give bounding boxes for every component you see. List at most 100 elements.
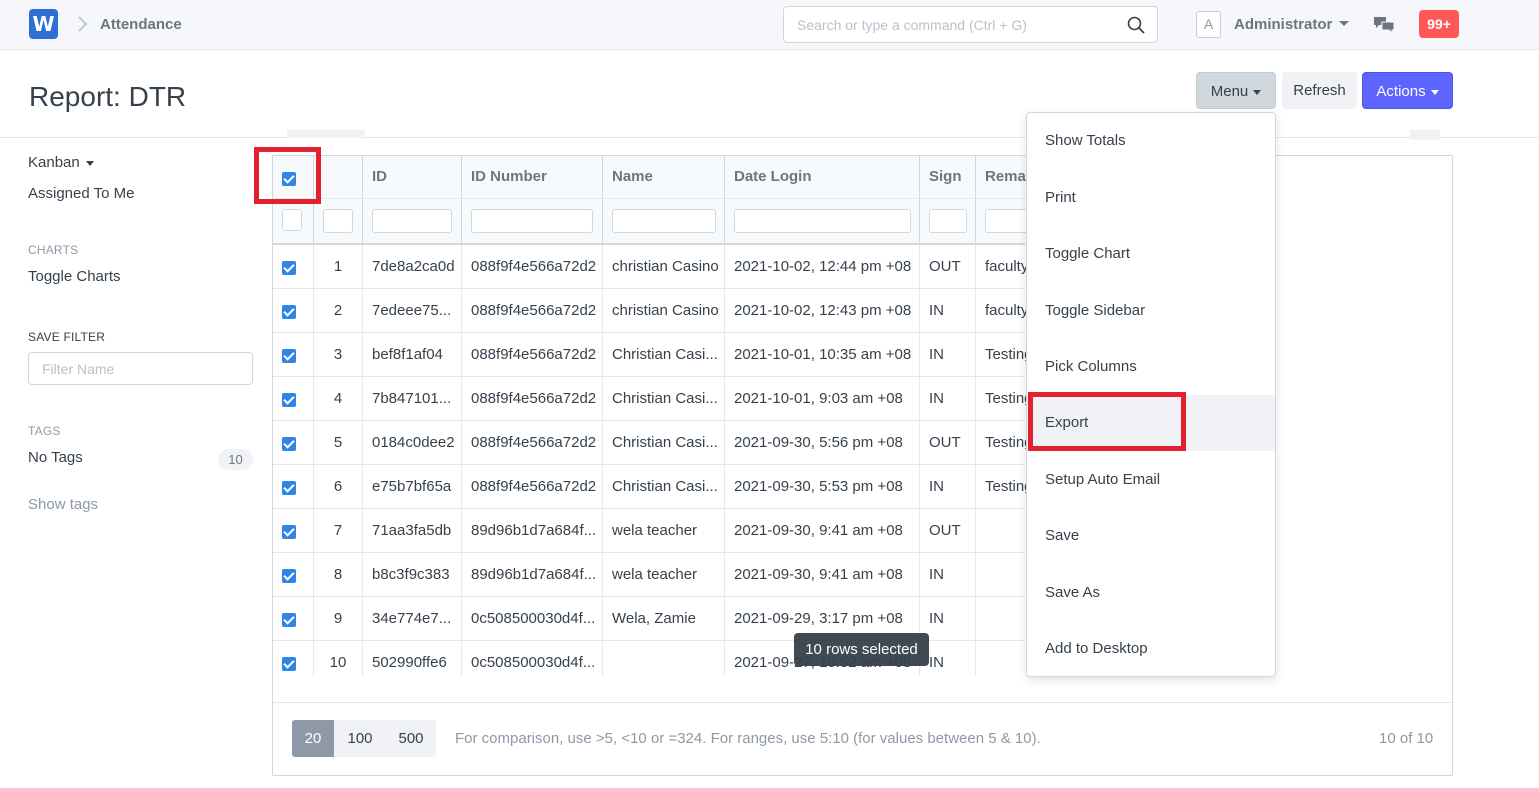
chevron-down-icon[interactable] xyxy=(1339,21,1349,26)
cell-sign[interactable]: IN xyxy=(920,377,976,421)
cell-remarks[interactable]: Testing xyxy=(976,377,1026,421)
sidebar-kanban[interactable]: Kanban xyxy=(28,154,94,171)
row-checkbox[interactable] xyxy=(282,261,296,275)
column-header-id[interactable]: ID xyxy=(372,168,387,185)
filter-sign-input[interactable] xyxy=(929,209,967,233)
cell-id[interactable]: 71aa3fa5db xyxy=(363,509,462,553)
filter-name-field[interactable] xyxy=(28,352,253,385)
cell-id-number[interactable]: 088f9f4e566a72d2 xyxy=(462,289,603,333)
menu-item-show-totals[interactable]: Show Totals xyxy=(1027,113,1275,169)
cell-id-number[interactable]: 89d96b1d7a684f... xyxy=(462,509,603,553)
filter-checkbox-cell[interactable] xyxy=(282,209,302,231)
row-checkbox[interactable] xyxy=(282,613,296,627)
filter-row-number[interactable] xyxy=(323,209,353,233)
column-header-date-login[interactable]: Date Login xyxy=(734,168,812,185)
search-input[interactable] xyxy=(784,7,1114,42)
filter-date-login-input[interactable] xyxy=(734,209,911,233)
search-icon[interactable] xyxy=(1127,16,1145,34)
cell-sign[interactable]: OUT xyxy=(920,245,976,289)
table-row[interactable]: 4 7b847101... 088f9f4e566a72d2 Christian Ca… xyxy=(273,377,1026,421)
cell-name[interactable]: wela teacher xyxy=(603,553,725,597)
cell-date-login[interactable]: 2021-09-30, 5:53 pm +08 xyxy=(725,465,920,509)
cell-remarks[interactable] xyxy=(976,597,1026,641)
cell-row-number[interactable]: 6 xyxy=(314,465,363,509)
chat-icon[interactable] xyxy=(1373,15,1395,35)
table-row[interactable]: 8 b8c3f9c383 89d96b1d7a684f... wela teacher… xyxy=(273,553,1025,597)
row-checkbox[interactable] xyxy=(282,393,296,407)
cell-date-login[interactable]: 2021-10-02, 12:44 pm +08 xyxy=(725,245,920,289)
cell-date-login[interactable]: 2021-09-30, 9:41 am +08 xyxy=(725,553,920,597)
menu-item-setup-auto-email[interactable]: Setup Auto Email xyxy=(1027,452,1275,508)
cell-row-number[interactable]: 7 xyxy=(314,509,363,553)
cell-name[interactable] xyxy=(603,641,725,676)
cell-remarks[interactable] xyxy=(976,553,1026,597)
cell-name[interactable]: Christian Casi... xyxy=(603,465,725,509)
cell-name[interactable]: Christian Casi... xyxy=(603,377,725,421)
cell-remarks[interactable]: Testing xyxy=(976,421,1026,465)
filter-id-number-input[interactable] xyxy=(471,209,593,233)
cell-id-number[interactable]: 0c508500030d4f... xyxy=(462,641,603,676)
cell-remarks[interactable]: faculty xyxy=(976,245,1026,289)
cell-date-login[interactable]: 2021-09-30, 5:56 pm +08 xyxy=(725,421,920,465)
cell-id[interactable]: bef8f1af04 xyxy=(363,333,462,377)
header-sign[interactable]: Sign xyxy=(920,156,976,244)
cell-date-login[interactable]: 2021-10-01, 9:03 am +08 xyxy=(725,377,920,421)
header-id-number[interactable]: ID Number xyxy=(462,156,603,244)
cell-name[interactable]: Christian Casi... xyxy=(603,333,725,377)
page-size-20[interactable]: 20 xyxy=(292,720,334,757)
table-row[interactable]: 6 e75b7bf65a 088f9f4e566a72d2 Christian Cas… xyxy=(273,465,1026,509)
cell-id[interactable]: 34e774e7... xyxy=(363,597,462,641)
cell-row-number[interactable]: 10 xyxy=(314,641,363,676)
cell-id-number[interactable]: 89d96b1d7a684f... xyxy=(462,553,603,597)
column-header-id-number[interactable]: ID Number xyxy=(471,168,547,185)
menu-item-add-to-desktop[interactable]: Add to Desktop xyxy=(1027,621,1275,677)
page-size-100[interactable]: 100 xyxy=(334,720,386,757)
menu-button[interactable]: Menu xyxy=(1196,72,1276,109)
row-checkbox[interactable] xyxy=(282,437,296,451)
header-remarks[interactable]: Remarks xyxy=(976,156,1026,244)
cell-row-number[interactable]: 2 xyxy=(314,289,363,333)
column-header-sign[interactable]: Sign xyxy=(929,168,962,185)
actions-button[interactable]: Actions xyxy=(1362,72,1453,109)
sidebar-toggle-charts[interactable]: Toggle Charts xyxy=(28,268,121,285)
column-header-name[interactable]: Name xyxy=(612,168,653,185)
row-checkbox[interactable] xyxy=(282,657,296,671)
cell-name[interactable]: wela teacher xyxy=(603,509,725,553)
cell-id-number[interactable]: 088f9f4e566a72d2 xyxy=(462,377,603,421)
cell-sign[interactable]: IN xyxy=(920,289,976,333)
row-checkbox[interactable] xyxy=(282,481,296,495)
filter-name-column-input[interactable] xyxy=(612,209,716,233)
cell-remarks[interactable]: Testing xyxy=(976,465,1026,509)
cell-id[interactable]: 502990ffe6 xyxy=(363,641,462,676)
header-name[interactable]: Name xyxy=(603,156,725,244)
cell-id[interactable]: 7b847101... xyxy=(363,377,462,421)
cell-name[interactable]: christian Casino xyxy=(603,289,725,333)
row-checkbox[interactable] xyxy=(282,569,296,583)
cell-id-number[interactable]: 088f9f4e566a72d2 xyxy=(462,465,603,509)
app-logo[interactable]: W xyxy=(29,9,58,39)
page-size-500[interactable]: 500 xyxy=(386,720,436,757)
cell-id-number[interactable]: 0c508500030d4f... xyxy=(462,597,603,641)
cell-remarks[interactable]: faculty xyxy=(976,289,1026,333)
table-row[interactable]: 2 7edeee75... 088f9f4e566a72d2 christian Ca… xyxy=(273,289,1026,333)
cell-id-number[interactable]: 088f9f4e566a72d2 xyxy=(462,333,603,377)
cell-date-login[interactable]: 2021-09-30, 9:41 am +08 xyxy=(725,509,920,553)
header-id[interactable]: ID xyxy=(363,156,462,244)
sidebar-assigned-to-me[interactable]: Assigned To Me xyxy=(28,185,134,202)
filter-remarks-input[interactable] xyxy=(985,209,1026,233)
notifications-badge[interactable]: 99+ xyxy=(1419,10,1459,38)
cell-id[interactable]: 0184c0dee2 xyxy=(363,421,462,465)
menu-item-save-as[interactable]: Save As xyxy=(1027,565,1275,621)
cell-row-number[interactable]: 5 xyxy=(314,421,363,465)
cell-id[interactable]: 7de8a2ca0d xyxy=(363,245,462,289)
table-row[interactable]: 1 7de8a2ca0d 088f9f4e566a72d2 christian Cas… xyxy=(273,245,1026,289)
cell-sign[interactable]: IN xyxy=(920,465,976,509)
cell-date-login[interactable]: 2021-10-02, 12:43 pm +08 xyxy=(725,289,920,333)
cell-row-number[interactable]: 1 xyxy=(314,245,363,289)
search-bar[interactable] xyxy=(783,6,1158,43)
filter-id-input[interactable] xyxy=(372,209,452,233)
menu-item-save[interactable]: Save xyxy=(1027,508,1275,564)
cell-id-number[interactable]: 088f9f4e566a72d2 xyxy=(462,421,603,465)
sidebar-no-tags[interactable]: No Tags xyxy=(28,449,83,466)
menu-item-toggle-sidebar[interactable]: Toggle Sidebar xyxy=(1027,283,1275,339)
